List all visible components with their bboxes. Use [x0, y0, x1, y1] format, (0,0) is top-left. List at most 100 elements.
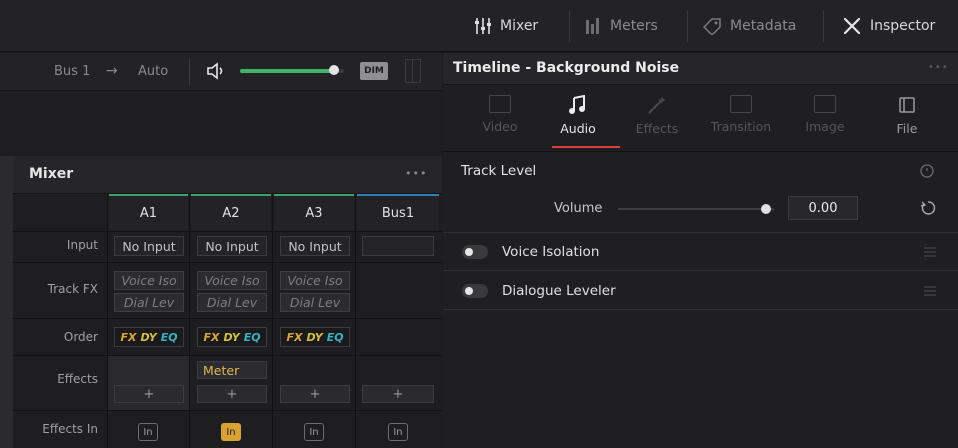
column-header-a2: A2	[191, 196, 271, 231]
grid-line	[272, 194, 273, 448]
grid-line	[13, 318, 442, 319]
track-level-title: Track Level	[461, 163, 537, 179]
top-toolbar: Mixer Meters Metadata Inspector	[0, 0, 958, 52]
grid-line	[13, 231, 442, 232]
meter-icon	[405, 59, 421, 83]
order-eq: EQ	[243, 330, 261, 344]
video-icon	[489, 95, 511, 113]
tab-label: Audio	[560, 121, 596, 136]
track-fx-slot-a3[interactable]: Voice Iso	[280, 271, 350, 290]
mixer-header: Mixer •••	[13, 156, 442, 194]
mixer-tab-label: Mixer	[500, 18, 539, 34]
mixer-icon	[475, 18, 491, 34]
order-fx: FX	[203, 330, 220, 344]
inspector-title-bar: Timeline - Background Noise •••	[443, 53, 958, 85]
image-icon	[814, 95, 836, 113]
speaker-icon[interactable]	[206, 62, 228, 80]
voice-isolation-label: Voice Isolation	[502, 244, 600, 260]
volume-slider-knob[interactable]	[328, 65, 339, 75]
add-effect-button-a1[interactable]: +	[114, 385, 184, 403]
track-fx-slot-a2[interactable]: Voice Iso	[197, 271, 267, 290]
arrow-icon: →	[106, 63, 118, 79]
volume-slider-knob[interactable]	[761, 204, 771, 214]
order-dy: DY	[306, 330, 323, 344]
file-icon	[899, 97, 915, 113]
row-label-effects-in: Effects In	[42, 422, 98, 436]
track-fx-slot-a3[interactable]: Dial Lev	[280, 293, 350, 312]
order-button-a3[interactable]: FX DY EQ	[280, 327, 350, 347]
inspector-title: Timeline - Background Noise	[453, 60, 680, 76]
mixer-title: Mixer	[29, 166, 74, 182]
more-options-icon[interactable]: •••	[928, 62, 949, 73]
music-note-icon	[569, 95, 585, 114]
settings-sliders-icon[interactable]	[923, 284, 937, 298]
tab-label: Transition	[710, 119, 772, 134]
reset-icon[interactable]	[920, 200, 936, 216]
divider	[569, 10, 570, 42]
metadata-tab-label: Metadata	[730, 18, 797, 34]
input-selector-a2[interactable]: No Input	[197, 236, 267, 256]
order-eq: EQ	[160, 330, 178, 344]
settings-sliders-icon[interactable]	[923, 245, 937, 259]
tab-label: Effects	[635, 121, 679, 136]
volume-value-field[interactable]: 0.00	[788, 196, 858, 220]
track-level-section: Track Level Volume 0.00	[443, 153, 958, 233]
order-fx: FX	[120, 330, 137, 344]
row-label-input: Input	[66, 238, 98, 252]
order-dy: DY	[223, 330, 240, 344]
track-fx-slot-a1[interactable]: Voice Iso	[114, 271, 184, 290]
meters-tab-button[interactable]: Meters	[584, 14, 658, 38]
track-fx-slot-a2[interactable]: Dial Lev	[197, 293, 267, 312]
effect-meter-a2[interactable]: Meter	[197, 361, 267, 379]
metadata-tab-button[interactable]: Metadata	[702, 14, 796, 38]
grid-line	[13, 410, 442, 411]
effects-in-toggle-a1[interactable]: In	[138, 423, 158, 441]
inspector-tools-icon	[843, 17, 861, 35]
reset-icon[interactable]	[919, 163, 935, 179]
tab-label: Image	[805, 119, 845, 134]
dim-button[interactable]: DIM	[360, 62, 388, 80]
inspector-tab-label: Inspector	[870, 18, 936, 34]
mixer-tab-button[interactable]: Mixer	[474, 14, 538, 38]
meters-icon	[586, 18, 599, 34]
order-dy: DY	[140, 330, 157, 344]
dialogue-leveler-label: Dialogue Leveler	[502, 283, 616, 299]
effects-in-toggle-a2[interactable]: In	[221, 423, 241, 441]
magic-wand-icon	[648, 96, 666, 114]
tab-file[interactable]: File	[872, 95, 942, 136]
more-options-icon[interactable]: •••	[405, 167, 427, 180]
bus-name[interactable]: Bus 1	[54, 64, 90, 79]
tab-audio[interactable]: Audio	[543, 95, 613, 136]
effects-in-toggle-a3[interactable]: In	[304, 423, 324, 441]
add-effect-button-a2[interactable]: +	[197, 385, 267, 403]
column-header-a3: A3	[274, 196, 354, 231]
volume-label: Volume	[554, 201, 603, 216]
effects-in-toggle-bus1[interactable]: In	[388, 423, 408, 441]
bus-mode[interactable]: Auto	[138, 64, 168, 79]
bus-control-bar: Bus 1 → Auto DIM	[0, 53, 442, 91]
volume-slider[interactable]	[618, 208, 774, 210]
tag-icon	[702, 18, 721, 35]
voice-isolation-toggle[interactable]	[462, 245, 488, 259]
tab-transition[interactable]: Transition	[706, 95, 776, 134]
order-fx: FX	[286, 330, 303, 344]
add-effect-button-bus1[interactable]: +	[362, 385, 434, 403]
tab-video[interactable]: Video	[465, 95, 535, 134]
add-effect-button-a3[interactable]: +	[280, 385, 350, 403]
volume-slider-fill	[240, 69, 334, 73]
dialogue-leveler-toggle[interactable]	[462, 284, 488, 298]
input-selector-a1[interactable]: No Input	[114, 236, 184, 256]
input-selector-a3[interactable]: No Input	[280, 236, 350, 256]
grid-line	[13, 262, 442, 263]
input-selector-bus1[interactable]	[362, 236, 434, 256]
voice-isolation-row: Voice Isolation	[443, 234, 958, 271]
tab-image[interactable]: Image	[790, 95, 860, 134]
divider	[687, 10, 688, 42]
order-button-a1[interactable]: FX DY EQ	[114, 327, 184, 347]
track-fx-slot-a1[interactable]: Dial Lev	[114, 293, 184, 312]
grid-line	[355, 194, 356, 448]
inspector-tab-button[interactable]: Inspector	[842, 14, 935, 38]
order-button-a2[interactable]: FX DY EQ	[197, 327, 267, 347]
tab-effects[interactable]: Effects	[622, 95, 692, 136]
grid-line	[189, 194, 190, 448]
